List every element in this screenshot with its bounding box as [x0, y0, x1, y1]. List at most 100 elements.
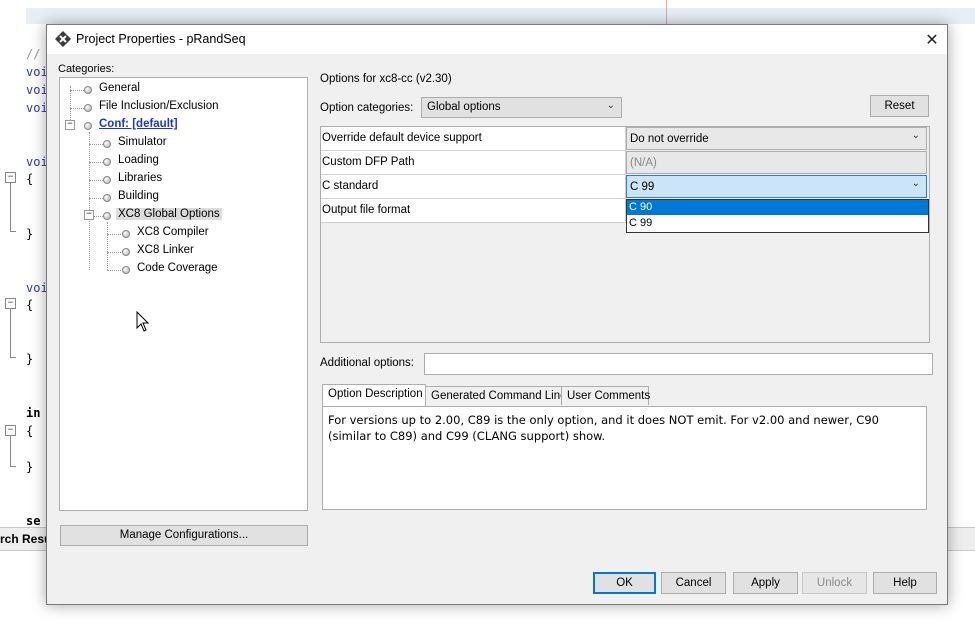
- additional-options-input[interactable]: [424, 353, 933, 375]
- property-row: Custom DFP Path (N/A): [321, 151, 929, 175]
- code-line: voi: [26, 65, 48, 79]
- node-bullet-icon: [103, 194, 111, 202]
- tree-item-label: Simulator: [118, 136, 167, 148]
- tree-guide: [107, 270, 121, 271]
- fold-guide: [10, 309, 11, 357]
- options-for-label: Options for xc8-cc (v2.30): [320, 73, 452, 85]
- additional-options-label: Additional options:: [320, 357, 414, 369]
- tree-guide: [89, 180, 103, 181]
- chevron-down-icon: ⌄: [911, 178, 920, 189]
- override-device-support-select[interactable]: Do not override ⌄: [626, 127, 927, 150]
- categories-label: Categories:: [58, 63, 115, 75]
- code-line: }: [26, 460, 34, 474]
- property-name-cell[interactable]: Custom DFP Path: [321, 151, 626, 175]
- tab-option-description[interactable]: Option Description: [322, 384, 426, 406]
- node-bullet-icon: [103, 176, 111, 184]
- fold-guide: [10, 183, 11, 231]
- code-line: se: [26, 514, 41, 528]
- tree-item-label: General: [99, 82, 140, 94]
- code-line: {: [26, 424, 34, 438]
- node-bullet-icon: [84, 86, 92, 94]
- dialog-title-bar[interactable]: Project Properties - pRandSeq ✕: [47, 25, 947, 54]
- property-name: Output file format: [322, 204, 411, 216]
- ok-button[interactable]: OK: [593, 572, 656, 594]
- property-row: C standard C 99 ⌄: [321, 175, 929, 199]
- fold-collapse-icon[interactable]: −: [5, 298, 16, 309]
- node-bullet-icon: [84, 122, 92, 130]
- node-bullet-icon: [103, 140, 111, 148]
- mplab-app-icon: [55, 31, 71, 47]
- reset-button[interactable]: Reset: [870, 95, 929, 117]
- node-bullet-icon: [122, 266, 130, 274]
- c-standard-select[interactable]: C 99 ⌄: [626, 175, 927, 198]
- fold-guide-end: [10, 466, 16, 467]
- node-bullet-icon: [103, 212, 111, 220]
- node-bullet-icon: [103, 158, 111, 166]
- code-line: voi: [26, 155, 48, 169]
- tab-label: Generated Command Line: [431, 390, 567, 402]
- node-bullet-icon: [84, 104, 92, 112]
- fold-guide-end: [10, 231, 16, 232]
- option-categories-label: Option categories:: [320, 102, 414, 114]
- chevron-down-icon: ⌄: [606, 100, 615, 111]
- collapse-icon[interactable]: −: [65, 120, 75, 130]
- code-line: voi: [26, 83, 48, 97]
- property-value: C 99: [630, 181, 655, 193]
- tree-item-label: XC8 Global Options: [116, 208, 222, 220]
- fold-guide: [10, 436, 11, 466]
- collapse-icon[interactable]: −: [84, 210, 94, 220]
- chevron-down-icon: ⌄: [911, 130, 920, 141]
- property-name: Custom DFP Path: [322, 156, 415, 168]
- cancel-button[interactable]: Cancel: [661, 572, 726, 594]
- fold-collapse-icon[interactable]: −: [5, 172, 16, 183]
- dropdown-option-c90[interactable]: C 90: [627, 200, 928, 215]
- fold-collapse-icon[interactable]: −: [5, 425, 16, 436]
- tree-guide: [70, 108, 84, 109]
- tree-item-label: Conf: [default]: [99, 118, 178, 130]
- right-margin-line: [666, 0, 667, 24]
- tree-item-label: Building: [118, 190, 159, 202]
- property-value: (N/A): [630, 157, 657, 169]
- tab-generated-command-line[interactable]: Generated Command Line: [425, 386, 567, 405]
- option-label: C 90: [629, 201, 653, 213]
- custom-dfp-path-field: (N/A): [626, 151, 927, 174]
- code-line: voi: [26, 101, 48, 115]
- property-name: Override default device support: [322, 132, 482, 144]
- options-property-table: Override default device support Do not o…: [320, 126, 930, 343]
- node-bullet-icon: [122, 230, 130, 238]
- code-line: //: [26, 47, 41, 61]
- tree-item-label: Code Coverage: [137, 262, 218, 274]
- search-results-tab[interactable]: rch Resu: [0, 532, 51, 546]
- manage-configurations-button[interactable]: Manage Configurations...: [60, 525, 308, 546]
- option-categories-select[interactable]: Global options ⌄: [421, 97, 622, 118]
- property-name: C standard: [322, 180, 379, 192]
- tree-guide: [70, 90, 84, 91]
- tree-guide: [107, 234, 121, 235]
- tree-guide: [89, 132, 90, 270]
- dialog-title: Project Properties - pRandSeq: [76, 32, 246, 46]
- c-standard-dropdown-list: C 90 C 99: [626, 199, 929, 233]
- node-bullet-icon: [122, 248, 130, 256]
- code-line: }: [26, 352, 34, 366]
- help-button[interactable]: Help: [873, 572, 937, 594]
- property-name-cell[interactable]: C standard: [321, 175, 626, 199]
- option-description-panel: For versions up to 2.00, C89 is the only…: [322, 406, 927, 510]
- unlock-button: Unlock: [802, 572, 867, 594]
- mouse-cursor-icon: [136, 311, 150, 332]
- tab-user-comments[interactable]: User Comments: [561, 386, 651, 405]
- tab-label: User Comments: [567, 390, 651, 402]
- code-line: }: [26, 227, 34, 241]
- property-name-cell[interactable]: Override default device support: [321, 127, 626, 151]
- dropdown-option-c99[interactable]: C 99: [627, 216, 928, 231]
- property-row: Override default device support Do not o…: [321, 127, 929, 151]
- tree-guide: [89, 162, 103, 163]
- tree-guide: [107, 252, 121, 253]
- property-name-cell[interactable]: Output file format: [321, 199, 626, 223]
- fold-guide-end: [10, 357, 16, 358]
- option-label: C 99: [629, 217, 653, 229]
- apply-button[interactable]: Apply: [733, 572, 798, 594]
- project-properties-dialog: Project Properties - pRandSeq ✕ Categori…: [46, 24, 948, 605]
- close-icon[interactable]: ✕: [917, 25, 947, 54]
- code-line: {: [26, 298, 34, 312]
- tree-item-label: XC8 Linker: [137, 244, 194, 256]
